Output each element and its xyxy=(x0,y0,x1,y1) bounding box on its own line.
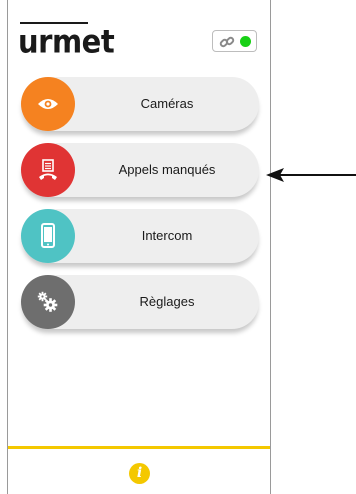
connected-indicator xyxy=(240,36,251,47)
smartphone-icon xyxy=(41,223,55,248)
gear-icon xyxy=(37,291,58,312)
link-icon xyxy=(219,36,235,48)
menu-label-cameras: Caméras xyxy=(140,96,194,111)
menu-item-settings[interactable]: Règlages xyxy=(21,275,259,329)
eye-icon xyxy=(38,99,58,109)
intercom-icon-circle xyxy=(21,209,75,263)
missed-call-icon xyxy=(39,159,57,180)
menu-label-settings: Règlages xyxy=(139,294,195,309)
cameras-icon-circle xyxy=(21,77,75,131)
info-icon[interactable]: i xyxy=(129,463,150,484)
phone-screen: urmet Caméras Appels manqués Intercom Rè… xyxy=(7,0,271,494)
menu-label-missed-calls: Appels manqués xyxy=(118,162,216,177)
menu-item-missed-calls[interactable]: Appels manqués xyxy=(21,143,259,197)
menu-item-intercom[interactable]: Intercom xyxy=(21,209,259,263)
missed-calls-icon-circle xyxy=(21,143,75,197)
menu-label-intercom: Intercom xyxy=(141,228,193,243)
menu-item-cameras[interactable]: Caméras xyxy=(21,77,259,131)
footer-divider xyxy=(8,446,270,449)
connection-status-badge[interactable] xyxy=(212,30,257,52)
pointer-arrow xyxy=(266,168,356,182)
urmet-logo: urmet xyxy=(18,22,115,61)
settings-icon-circle xyxy=(21,275,75,329)
